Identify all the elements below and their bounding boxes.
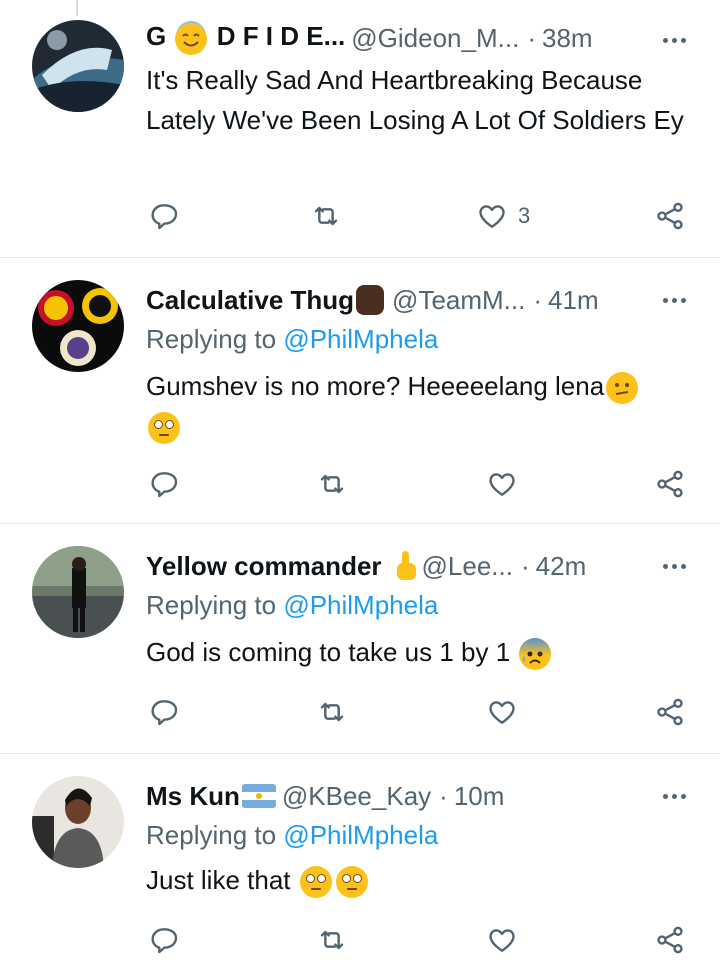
action-bar: 3 xyxy=(0,196,720,236)
tweet-text: It's Really Sad And Heartbreaking Becaus… xyxy=(146,65,684,135)
tweet-text: Gumshev is no more? Heeeeelang lena xyxy=(146,366,684,446)
timestamp[interactable]: 42m xyxy=(536,551,587,582)
user-handle[interactable]: @Lee... xyxy=(422,551,513,582)
share-button[interactable] xyxy=(654,920,686,960)
raised-fist-emoji-icon xyxy=(356,285,385,315)
tweet-text: God is coming to take us 1 by 1 xyxy=(146,632,684,672)
avatar[interactable] xyxy=(32,280,124,372)
heart-icon xyxy=(489,929,515,952)
replying-to-line: Replying to @PhilMphela xyxy=(146,590,439,620)
halo-smile-emoji-icon xyxy=(175,22,208,55)
separator-dot: · xyxy=(439,780,448,811)
reply-icon xyxy=(151,700,178,726)
retweet-icon xyxy=(320,930,344,950)
mention-link[interactable]: @PhilMphela xyxy=(283,590,438,620)
like-button[interactable] xyxy=(486,692,518,732)
separator-dot: · xyxy=(533,284,543,315)
user-handle[interactable]: @KBee_Kay xyxy=(282,781,431,812)
user-handle[interactable]: @Gideon_M... xyxy=(351,23,519,54)
reply-icon xyxy=(151,472,178,498)
tweet-header: G D F I D E... @Gideon_M... · 38m xyxy=(146,18,690,58)
separator-dot: · xyxy=(520,550,530,581)
retweet-icon xyxy=(320,474,344,494)
reply-icon xyxy=(151,204,178,230)
heart-icon xyxy=(489,473,515,496)
like-button[interactable] xyxy=(486,464,518,504)
share-icon xyxy=(657,698,683,726)
eye-roll-emoji-icon xyxy=(335,866,368,899)
share-icon xyxy=(657,470,683,498)
like-button[interactable] xyxy=(486,920,518,960)
mention-link[interactable]: @PhilMphela xyxy=(283,324,438,354)
tweet[interactable]: G D F I D E... @Gideon_M... · 38m It's R… xyxy=(0,0,720,258)
confused-face-emoji-icon xyxy=(606,372,639,405)
share-icon xyxy=(657,926,683,954)
more-icon[interactable] xyxy=(663,298,686,303)
heart-icon xyxy=(479,205,505,228)
share-button[interactable] xyxy=(654,692,686,732)
eye-roll-emoji-icon xyxy=(148,412,180,445)
retweet-button[interactable] xyxy=(310,196,342,236)
timestamp[interactable]: 41m xyxy=(548,285,599,316)
share-icon xyxy=(657,202,683,230)
user-handle[interactable]: @TeamM... xyxy=(392,285,525,316)
separator-dot: · xyxy=(527,22,536,53)
timestamp[interactable]: 10m xyxy=(454,781,505,812)
retweet-button[interactable] xyxy=(316,692,348,732)
retweet-button[interactable] xyxy=(316,920,348,960)
action-bar xyxy=(0,920,720,960)
avatar[interactable] xyxy=(32,20,124,112)
replying-to-line: Replying to @PhilMphela xyxy=(146,324,439,354)
anxious-sweat-emoji-icon xyxy=(519,638,552,671)
share-button[interactable] xyxy=(654,196,686,236)
display-name[interactable]: Calculative Thug xyxy=(146,285,354,316)
action-bar xyxy=(0,464,720,504)
reply-icon xyxy=(151,928,178,954)
tweet-header: Calculative Thug @TeamM... · 41m xyxy=(146,280,690,320)
more-icon[interactable] xyxy=(663,794,686,799)
tweet-text: Just like that xyxy=(146,860,684,900)
display-name[interactable]: Ms Kun xyxy=(146,781,240,812)
like-count: 3 xyxy=(518,203,531,228)
tweet[interactable]: Yellow commander @Lee... · 42m Replying … xyxy=(0,524,720,754)
display-name[interactable]: Yellow commander xyxy=(146,551,382,582)
timestamp[interactable]: 38m xyxy=(542,23,593,54)
tweet-header: Ms Kun @KBee_Kay · 10m xyxy=(146,776,690,816)
replying-to-line: Replying to @PhilMphela xyxy=(146,820,439,850)
reply-button[interactable] xyxy=(148,464,180,504)
tweet-header: Yellow commander @Lee... · 42m xyxy=(146,546,690,586)
reply-button[interactable] xyxy=(148,920,180,960)
eye-roll-emoji-icon xyxy=(299,866,332,899)
argentina-flag-icon xyxy=(241,784,276,808)
mention-link[interactable]: @PhilMphela xyxy=(283,820,438,850)
display-name[interactable]: G D F I D E... xyxy=(146,21,345,55)
like-button[interactable]: 3 xyxy=(476,196,530,236)
reply-button[interactable] xyxy=(148,692,180,732)
more-icon[interactable] xyxy=(663,564,686,569)
tweet[interactable]: Ms Kun @KBee_Kay · 10m Replying to @Phil… xyxy=(0,754,720,954)
pointing-up-emoji-icon xyxy=(394,551,416,581)
action-bar xyxy=(0,692,720,732)
avatar[interactable] xyxy=(32,546,124,638)
retweet-button[interactable] xyxy=(316,464,348,504)
share-button[interactable] xyxy=(654,464,686,504)
reply-button[interactable] xyxy=(148,196,180,236)
retweet-icon xyxy=(320,702,344,722)
avatar[interactable] xyxy=(32,776,124,868)
more-icon[interactable] xyxy=(663,38,686,43)
retweet-icon xyxy=(314,206,338,226)
heart-icon xyxy=(489,701,515,724)
tweet[interactable]: Calculative Thug @TeamM... · 41m Replyin… xyxy=(0,258,720,524)
